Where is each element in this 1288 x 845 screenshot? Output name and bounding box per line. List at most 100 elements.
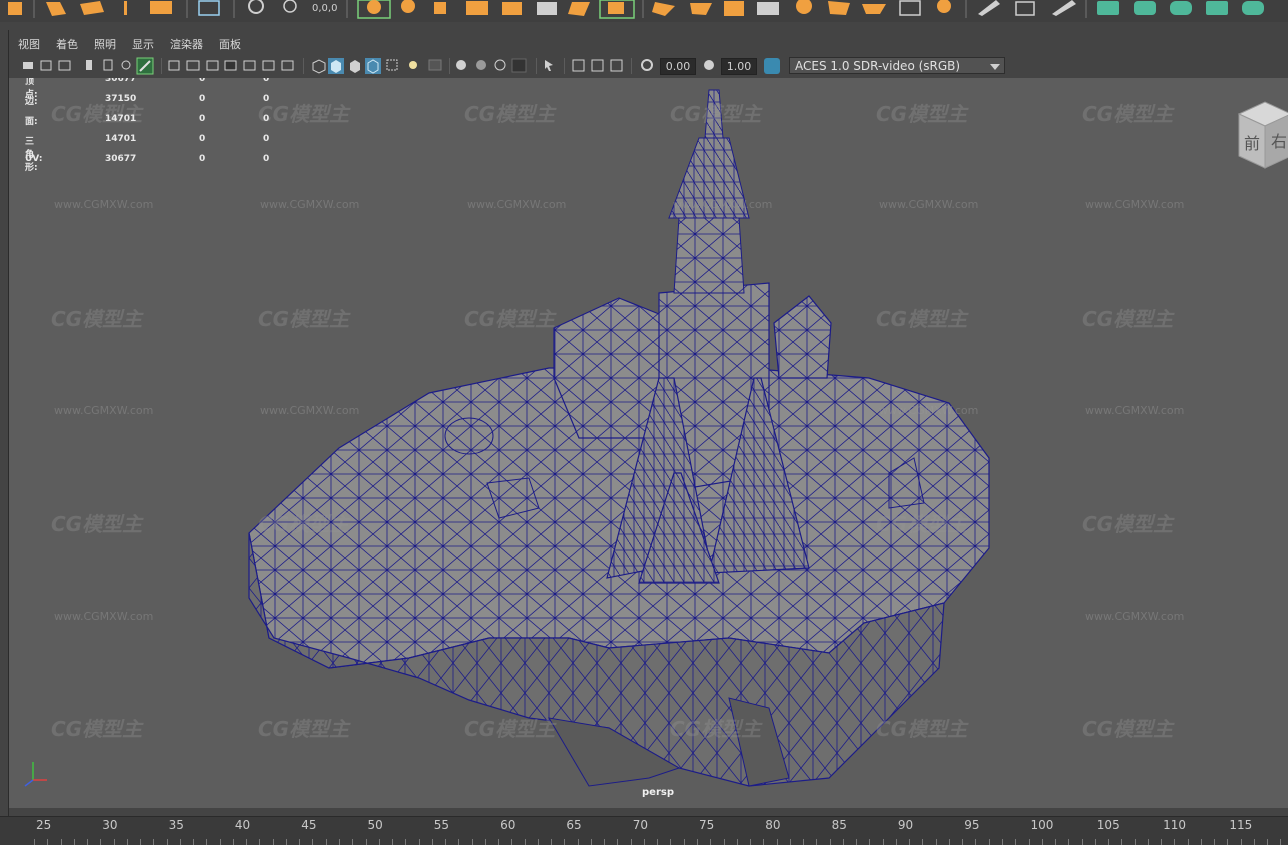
menu-show[interactable]: 显示 bbox=[132, 36, 154, 52]
exposure-field[interactable]: 1.00 bbox=[721, 58, 757, 75]
ruler-tick bbox=[511, 839, 513, 845]
hud-value: 0 bbox=[199, 78, 206, 84]
ruler-tick bbox=[829, 839, 831, 845]
ruler-tick bbox=[285, 839, 287, 845]
well-prop bbox=[444, 417, 494, 455]
ruler-tick bbox=[882, 839, 884, 845]
watermark-logo: CG模型主 bbox=[51, 512, 143, 536]
ruler-tick bbox=[1227, 839, 1229, 845]
ruler-tick bbox=[750, 839, 752, 845]
ruler-tick bbox=[922, 839, 924, 845]
time-slider-ruler[interactable]: 25 30 35 40 45 50 55 60 65 70 75 80 85 90 95 100 105 110 1… bbox=[0, 816, 1288, 845]
menu-panels[interactable]: 面板 bbox=[219, 36, 241, 52]
watermark-logo: CG模型主 bbox=[258, 717, 350, 741]
watermark-url: www.CGMXW.com bbox=[54, 610, 154, 623]
view-cube-right-label: 右 bbox=[1271, 132, 1288, 151]
ruler-tick bbox=[1187, 839, 1189, 845]
gamma-field[interactable]: 0.00 bbox=[660, 58, 696, 75]
ruler-tick bbox=[1001, 839, 1003, 845]
rock-right bbox=[773, 295, 832, 379]
ruler-tick-label: 110 bbox=[1163, 818, 1186, 832]
hud-value: 0 bbox=[263, 134, 270, 144]
ruler-tick-label: 30 bbox=[102, 818, 118, 832]
ruler-tick bbox=[246, 839, 248, 845]
ruler-tick-label: 100 bbox=[1030, 818, 1054, 832]
ruler-tick bbox=[338, 839, 340, 845]
ruler-tick bbox=[1028, 839, 1030, 845]
ruler-tick bbox=[73, 839, 75, 845]
ruler-tick bbox=[551, 839, 553, 845]
ruler-tick bbox=[975, 839, 977, 845]
watermark-logo: CG模型主 bbox=[670, 102, 762, 126]
ruler-tick bbox=[1134, 839, 1136, 845]
watermark-logo: CG模型主 bbox=[258, 102, 350, 126]
hud-value: 0 bbox=[263, 78, 270, 84]
watermark-logo: CG模型主 bbox=[258, 512, 350, 536]
shelf-bar: 0,0,0 bbox=[0, 0, 1288, 22]
color-space-label: ACES 1.0 SDR-video (sRGB) bbox=[795, 59, 961, 73]
ruler-tick bbox=[498, 839, 500, 845]
hud-label: UV: bbox=[25, 154, 43, 164]
ruler-tick bbox=[378, 839, 380, 845]
ruler-tick bbox=[604, 839, 606, 845]
watermark-url: www.CGMXW.com bbox=[673, 198, 773, 211]
ruler-tick bbox=[272, 839, 274, 845]
ruler-tick bbox=[179, 839, 181, 845]
ruler-tick-label: 50 bbox=[367, 818, 383, 832]
ruler-tick bbox=[365, 839, 367, 845]
ruler-tick bbox=[537, 839, 539, 845]
ruler-tick bbox=[1240, 839, 1242, 845]
ruler-tick-label: 105 bbox=[1096, 818, 1120, 832]
chevron-down-icon bbox=[990, 64, 1000, 70]
ruler-tick-label: 90 bbox=[897, 818, 914, 832]
watermark-logo: CG模型主 bbox=[464, 717, 556, 741]
ruler-tick-label: 70 bbox=[632, 818, 648, 832]
hud-value: 0 bbox=[263, 114, 270, 124]
watermark-url: www.CGMXW.com bbox=[1085, 404, 1185, 417]
ruler-tick bbox=[1267, 839, 1269, 845]
ruler-tick bbox=[683, 839, 685, 845]
ruler-tick bbox=[643, 839, 645, 845]
ruler-tick bbox=[1200, 839, 1202, 845]
ruler-tick-label: 115 bbox=[1229, 818, 1253, 832]
poly-tools-icons[interactable] bbox=[8, 0, 1076, 19]
ruler-tick bbox=[206, 839, 208, 845]
ruler-tick bbox=[1174, 839, 1176, 845]
ruler-tick bbox=[484, 839, 486, 845]
ruler-tick bbox=[113, 839, 115, 845]
perspective-viewport[interactable]: CG模型主 CG模型主 CG模型主 CG模型主 CG模型主 CG模型主 www.… bbox=[9, 78, 1288, 808]
menu-lighting[interactable]: 照明 bbox=[94, 36, 116, 52]
ruler-tick bbox=[431, 839, 433, 845]
menu-view[interactable]: 视图 bbox=[18, 36, 40, 52]
hud-label: 面: bbox=[25, 117, 38, 127]
ruler-tick bbox=[259, 839, 261, 845]
ruler-tick bbox=[445, 839, 447, 845]
hud-value: 0 bbox=[199, 94, 206, 104]
ruler-tick bbox=[577, 839, 579, 845]
ruler-tick bbox=[1161, 839, 1163, 845]
hud-label: 边: bbox=[25, 97, 38, 107]
color-space-dropdown[interactable]: ACES 1.0 SDR-video (sRGB) bbox=[789, 57, 1005, 74]
ruler-tick bbox=[1015, 839, 1017, 845]
ruler-tick bbox=[962, 839, 964, 845]
watermark-url: www.CGMXW.com bbox=[879, 404, 979, 417]
view-cube[interactable]: 前 右 bbox=[1235, 100, 1288, 170]
watermark-logo: CG模型主 bbox=[876, 307, 968, 331]
watermark-logo: CG模型主 bbox=[1082, 102, 1174, 126]
panel-menubar: 视图 着色 照明 显示 渲染器 面板 bbox=[9, 34, 241, 54]
ruler-tick bbox=[1041, 839, 1043, 845]
watermark-url: www.CGMXW.com bbox=[1085, 198, 1185, 211]
ruler-tick bbox=[219, 839, 221, 845]
watermark-logo: CG模型主 bbox=[1082, 512, 1174, 536]
ruler-tick-label: 95 bbox=[964, 818, 980, 832]
ruler-tick bbox=[126, 839, 128, 845]
menu-renderer[interactable]: 渲染器 bbox=[170, 36, 203, 52]
ruler-tick-label: 65 bbox=[566, 818, 582, 832]
scene-mesh bbox=[248, 89, 990, 787]
green-tool-icons[interactable] bbox=[1097, 1, 1264, 15]
ruler-tick bbox=[47, 839, 49, 845]
watermark-url: www.CGMXW.com bbox=[879, 198, 979, 211]
shelf-readout: 0,0,0 bbox=[312, 3, 338, 14]
menu-shading[interactable]: 着色 bbox=[56, 36, 78, 52]
ruler-tick bbox=[842, 839, 844, 845]
